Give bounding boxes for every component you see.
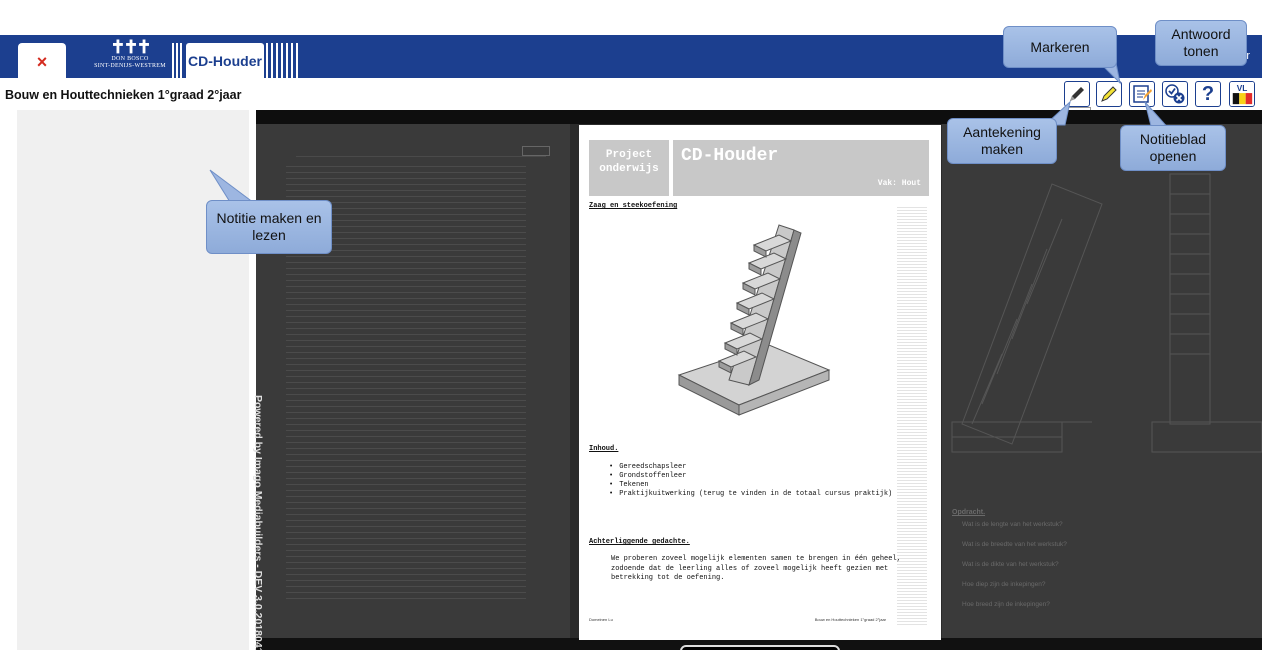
page-header: Project onderwijs CD-Houder Vak: Hout (589, 140, 929, 196)
callout-aantekening: Aantekening maken (947, 118, 1057, 164)
question-1: Wat is de lengte van het werkstuk? (962, 521, 1063, 528)
logo-line2: SINT-DENIJS-WESTREM (94, 63, 166, 69)
stair-model-illustration (677, 224, 831, 416)
tab-cd-houder[interactable]: CD-Houder (186, 43, 264, 78)
question-5: Hoe breed zijn de inkepingen? (962, 601, 1050, 608)
next-page-dimmed[interactable]: Opdracht. Wat is de lengte van het werks… (942, 124, 1262, 638)
page-number-box (522, 146, 550, 156)
powered-by-label: Powered by Imago Mediabuilders - DEV 3.0… (252, 395, 264, 650)
section-heading-inhoud: Inhoud. (589, 445, 619, 453)
list-item: Praktijkuitwerking (terug te vinden in d… (609, 490, 892, 499)
section-heading-zaag: Zaag en steekoefening (589, 202, 678, 210)
opdracht-heading: Opdracht. (952, 509, 986, 516)
toc-rule (296, 156, 546, 157)
question-2: Wat is de breedte van het werkstuk? (962, 541, 1067, 548)
callout-aantekening-text: Aantekening maken (963, 124, 1041, 157)
callout-notitieblad-text: Notitieblad openen (1139, 131, 1207, 164)
page-footer-left: Domeinen Lu (589, 617, 613, 622)
close-button[interactable]: × (18, 43, 66, 78)
project-box: Project onderwijs (589, 140, 669, 196)
logo-line1: DON BOSCO (111, 56, 149, 62)
callout-markeren-text: Markeren (1030, 38, 1090, 55)
tab-decoration-stripes-right (266, 43, 300, 78)
vak-label: Vak: Hout (877, 179, 921, 188)
gedachte-paragraph: We proberen zoveel mogelijk elementen sa… (611, 555, 901, 582)
callout-notitie: Notitie maken en lezen (206, 200, 332, 254)
help-button[interactable]: ? (1195, 81, 1221, 107)
section-heading-gedachte: Achterliggende gedachte. (589, 538, 690, 546)
list-item: Tekenen (609, 481, 892, 490)
callout-notitieblad: Notitieblad openen (1120, 125, 1226, 171)
don-bosco-logo: ✝✝✝ DON BOSCO SINT-DENIJS-WESTREM (90, 38, 170, 76)
svg-text:VL: VL (1237, 83, 1248, 93)
course-title: Bouw en Houttechnieken 1°graad 2°jaar (5, 88, 242, 102)
language-flag-icon: VL (1230, 82, 1254, 106)
list-item: Gereedschapsleer (609, 463, 892, 472)
help-icon: ? (1201, 82, 1215, 105)
list-item: Grondstoffenleer (609, 472, 892, 481)
question-4: Hoe diep zijn de inkepingen? (962, 581, 1046, 588)
question-3: Wat is de dikte van het werkstuk? (962, 561, 1059, 568)
page-navigation-handle[interactable] (680, 645, 840, 650)
viewer-top-band (256, 110, 1262, 124)
project-line2: onderwijs (599, 163, 659, 175)
callout-notitie-text: Notitie maken en lezen (216, 210, 322, 243)
callout-antwoord: Antwoord tonen (1155, 20, 1247, 66)
content-list: Gereedschapsleer Grondstoffenleer Tekene… (609, 463, 892, 499)
current-page[interactable]: Project onderwijs CD-Houder Vak: Hout Za… (579, 125, 941, 640)
tab-decoration-stripes (172, 43, 184, 78)
language-button[interactable]: VL (1229, 81, 1255, 107)
page-footer-right: Bouw en Houttechnieken 1°graad 2°jaar (814, 617, 886, 622)
page-title: CD-Houder Vak: Hout (673, 140, 929, 196)
project-line1: Project (605, 149, 653, 161)
app-root: × ✝✝✝ DON BOSCO SINT-DENIJS-WESTREM CD-H… (0, 0, 1262, 650)
logo-figures-icon: ✝✝✝ (110, 37, 151, 57)
callout-markeren: Markeren (1003, 26, 1117, 68)
page-title-text: CD-Houder (681, 146, 779, 166)
callout-antwoord-text: Antwoord tonen (1171, 26, 1231, 59)
